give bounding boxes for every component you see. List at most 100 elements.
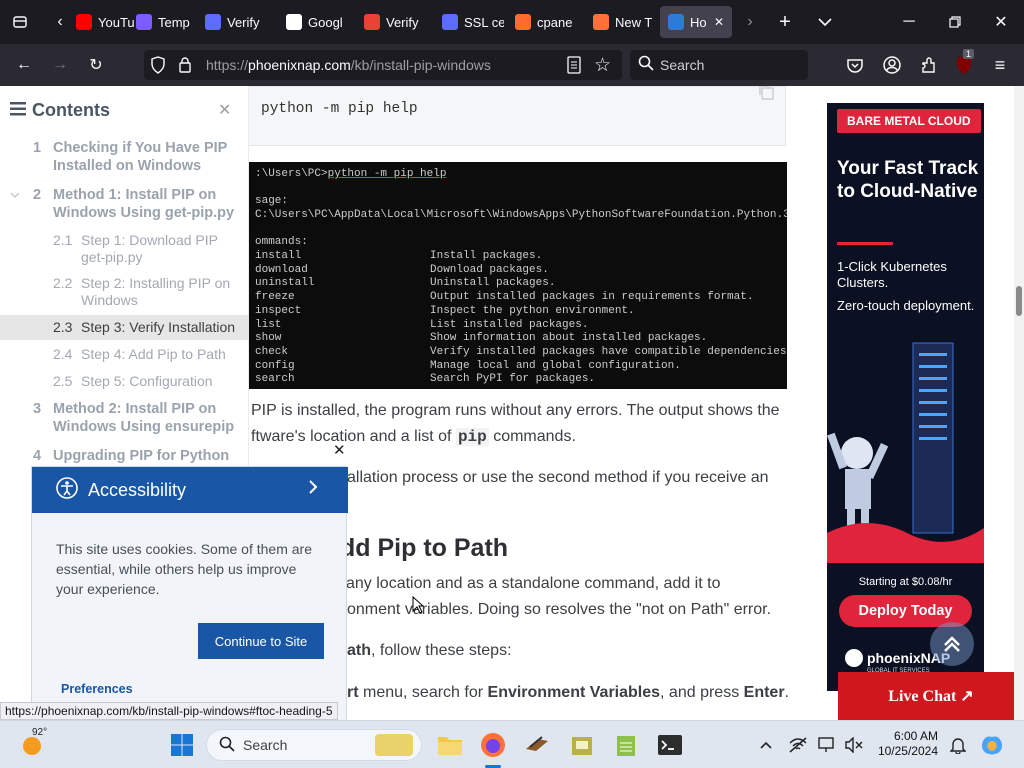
toc-item-label: Upgrading PIP for Python [53,448,230,464]
file-explorer-icon[interactable] [434,729,466,761]
ad-divider [837,242,893,245]
ublock-origin-icon[interactable]: 1 [951,49,977,78]
terminal-command-desc: Manage local and global configuration. [430,359,681,372]
browser-tab[interactable]: Verify [356,6,426,38]
pocket-icon[interactable] [842,52,868,78]
windows-start-icon[interactable] [166,729,198,761]
url-text[interactable]: https://phoenixnap.com/kb/install-pip-wi… [206,57,491,73]
toc-subitem-2-2[interactable]: 2.2 Step 2: Installing PIP on Windows [53,275,243,309]
browser-tab[interactable]: cpane [507,6,577,38]
toc-subitem-2-1[interactable]: 2.1 Step 1: Download PIP get-pip.py [53,232,243,266]
close-tab-icon[interactable]: ✕ [714,15,724,29]
app-icon-tool[interactable] [521,729,553,761]
firefox-icon [593,14,609,30]
advertisement-banner[interactable]: BARE METAL CLOUD Your Fast Track to Clou… [827,103,984,691]
browser-tab[interactable]: Ho ✕ [660,6,732,38]
tab-manager-icon[interactable] [0,0,40,44]
copy-code-icon[interactable] [757,86,775,106]
toc-header[interactable]: Contents [10,100,110,121]
reload-icon[interactable]: ↻ [83,52,109,78]
terminal-command-desc: Download packages. [430,263,549,276]
network-off-icon[interactable] [782,729,814,761]
toc-item-number: 4 [33,448,42,464]
scrollbar-thumb[interactable] [1016,286,1022,316]
list-icon [10,100,26,121]
browser-tab[interactable]: Temp [128,6,198,38]
scroll-to-top-icon[interactable] [930,622,974,666]
accessibility-bar[interactable]: Accessibility [32,467,348,513]
terminal-command-desc: Install packages. [430,250,543,262]
toc-collapse-chevron-icon[interactable] [10,186,20,204]
cookie-close-icon[interactable]: ✕ [333,441,346,459]
toc-item-3[interactable]: 3 Method 2: Install PIP on Windows Using… [33,400,243,436]
close-window-icon[interactable]: ✕ [978,0,1024,44]
list-all-tabs-icon[interactable] [808,0,842,44]
inline-code: pip [455,428,489,446]
scroll-tabs-right-icon[interactable]: › [734,0,766,44]
show-hidden-icons-chevron-icon[interactable] [750,729,782,761]
terminal-taskbar-icon[interactable] [654,729,686,761]
clock[interactable]: 6:00 AM 10/25/2024 [872,729,938,759]
toc-subitem-label: Step 5: Configuration [81,373,213,389]
tracking-shield-icon[interactable] [150,56,166,77]
clock-time: 6:00 AM [893,729,938,743]
continue-to-site-button[interactable]: Continue to Site [198,623,324,659]
accessibility-label: Accessibility [88,479,187,500]
hamburger-menu-icon[interactable]: ≡ [987,52,1013,78]
app-icon-archive[interactable] [566,729,598,761]
browser-tab[interactable]: Googl [278,6,348,38]
bookmark-star-icon[interactable]: ☆ [594,54,611,77]
back-icon[interactable]: ← [11,52,37,78]
maximize-icon[interactable] [932,0,978,44]
article-text: commands. [488,428,576,445]
phoenixnap-logo-icon [845,649,863,667]
toc-subitem-number: 2.1 [53,232,73,248]
notification-bell-icon[interactable] [942,729,974,761]
tab-label: cpane [537,14,573,30]
firefox-taskbar-icon[interactable] [477,729,509,768]
copilot-icon[interactable] [976,729,1008,761]
browser-tab[interactable]: New T [585,6,655,38]
minimize-icon[interactable]: ─ [886,0,932,44]
account-icon[interactable] [879,52,905,78]
toc-subitem-number: 2.2 [53,275,73,291]
browser-tab[interactable]: Verify [197,6,267,38]
ad-price: Starting at $0.08/hr [858,576,953,588]
toc-close-icon[interactable]: ✕ [218,100,231,120]
url-host: phoenixnap.com [248,57,351,73]
toc-item-label: Checking if You Have PIP Installed on Wi… [53,140,228,174]
toc-item-1[interactable]: 1 Checking if You Have PIP Installed on … [33,139,243,175]
toc-item-4[interactable]: 4 Upgrading PIP for Python [33,447,243,465]
forward-icon[interactable]: → [47,52,73,78]
toc-subitem-2-4[interactable]: 2.4 Step 4: Add Pip to Path [53,346,243,363]
toc-item-number: 1 [33,140,42,156]
toc-subitem-2-3[interactable]: 2.3 Step 3: Verify Installation [0,315,249,340]
url-path: /kb/install-pip-windows [350,57,491,73]
terminal-prompt-line: :\Users\PC>python -m pip help [255,168,446,180]
volume-muted-icon[interactable] [838,729,870,761]
browser-tab[interactable]: SSL ce [434,6,504,38]
article-bold: Enter [743,684,785,701]
live-chat-button[interactable]: Live Chat ↗ [838,672,1024,720]
reader-view-icon[interactable] [566,56,582,77]
url-bar[interactable]: https://phoenixnap.com/kb/install-pip-wi… [144,50,622,80]
page-scrollbar[interactable] [1014,86,1024,720]
article-bold: Environment Variables [487,684,661,701]
toc-item-2[interactable]: 2 Method 1: Install PIP on Windows Using… [33,186,243,222]
preferences-link[interactable]: Preferences [61,682,133,696]
lock-icon[interactable] [178,56,192,76]
search-bar[interactable]: Search [630,50,808,80]
code-text[interactable]: python -m pip help [261,101,418,117]
terminal-command-desc: Show information about installed package… [430,332,708,345]
toc-subitem-2-5[interactable]: 2.5 Step 5: Configuration [53,373,243,390]
terminal-command-name: search [255,373,295,386]
extensions-icon[interactable] [915,52,941,78]
cookie-message: This site uses cookies. Some of them are… [56,541,312,597]
toc-subitem-number: 2.5 [53,373,73,389]
toc-item-label: Method 1: Install PIP on Windows Using g… [53,187,235,221]
weather-temperature[interactable]: 92° [32,727,47,738]
taskbar-search-box[interactable]: Search [206,729,422,761]
app-icon-notepad[interactable] [610,729,642,761]
google-icon [286,14,302,30]
new-tab-icon[interactable]: + [768,0,802,44]
